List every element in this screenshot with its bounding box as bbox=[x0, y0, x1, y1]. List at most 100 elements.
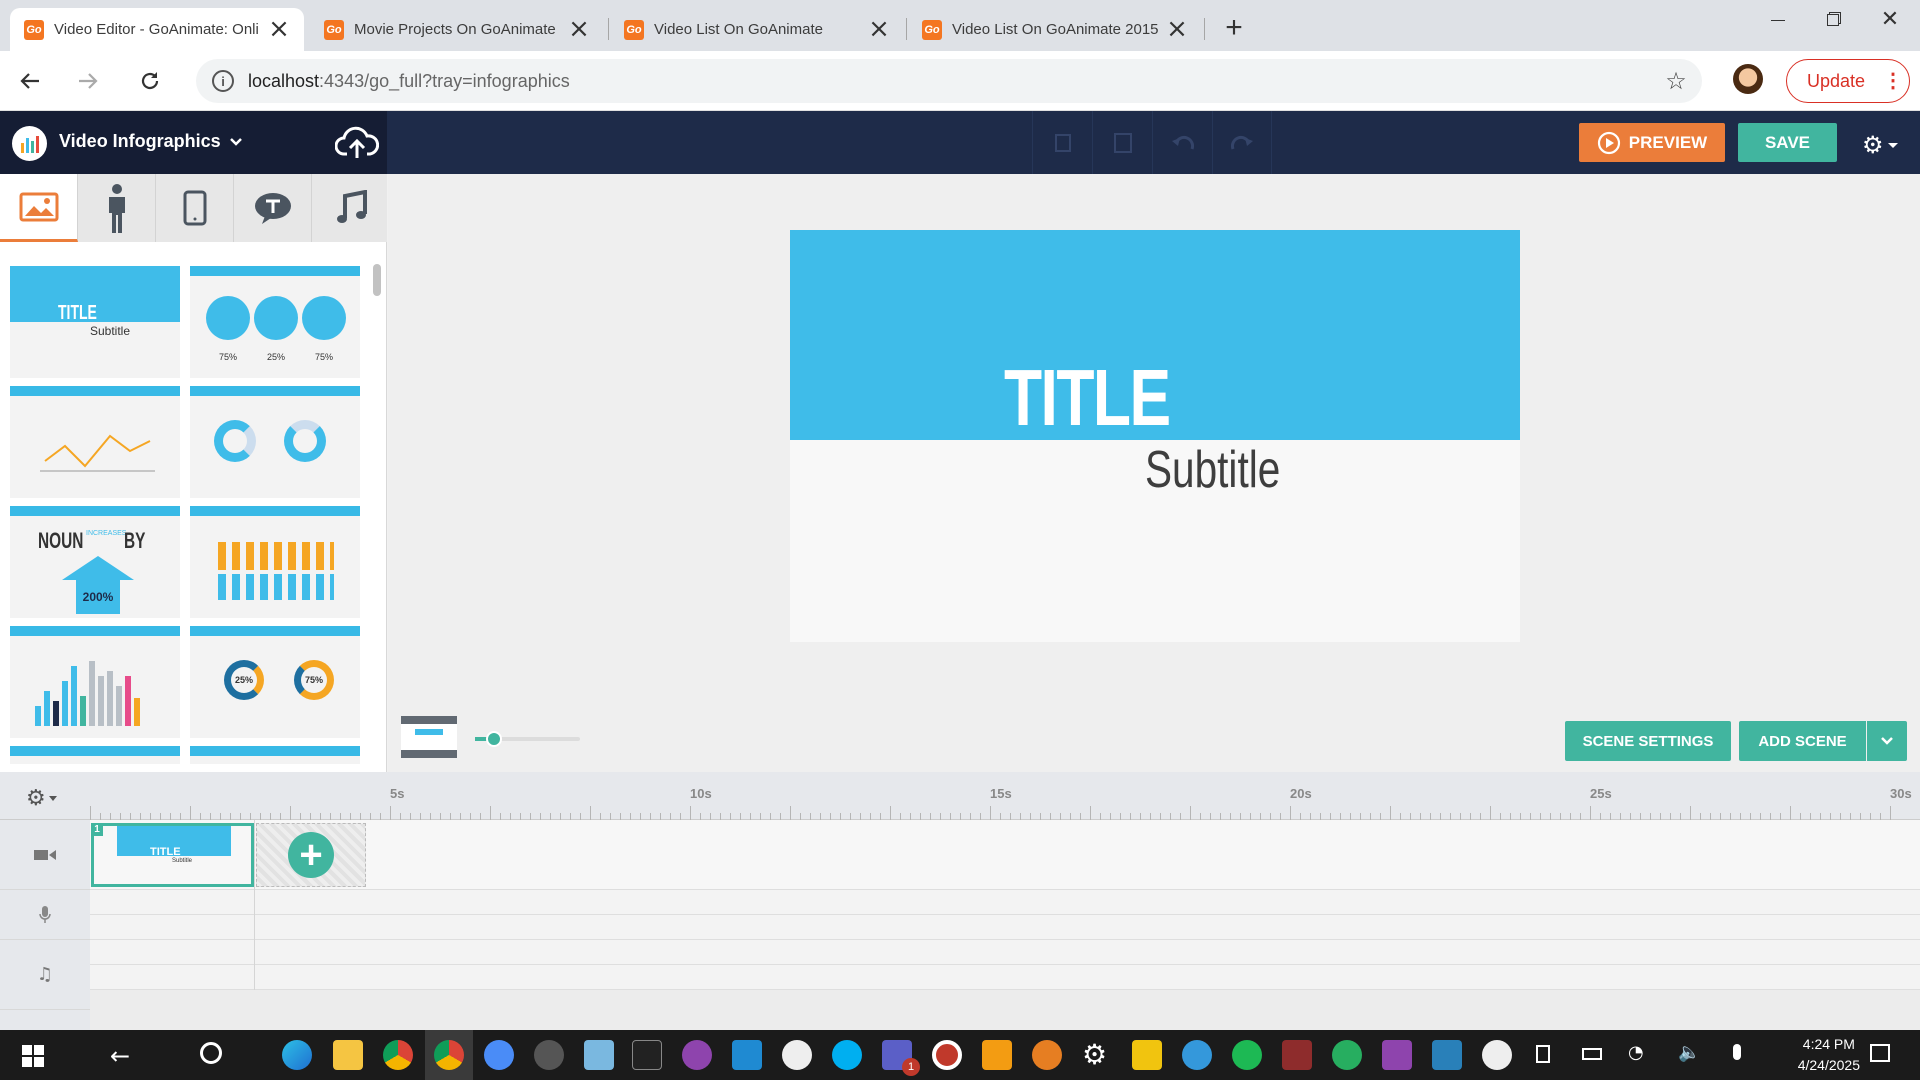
edge-browser-icon[interactable] bbox=[282, 1040, 312, 1070]
update-button[interactable]: Update ⋮ bbox=[1786, 59, 1910, 103]
copy-button[interactable] bbox=[1032, 111, 1092, 174]
chrome-icon[interactable] bbox=[383, 1040, 413, 1070]
edge-dev-icon[interactable] bbox=[1182, 1040, 1212, 1070]
notifications-icon[interactable] bbox=[1870, 1044, 1890, 1062]
terminal-icon[interactable] bbox=[632, 1040, 662, 1070]
template-thumb-title[interactable]: TITLE Subtitle bbox=[10, 266, 180, 378]
scene-title-text[interactable]: TITLE bbox=[1004, 358, 1171, 438]
add-scene-button[interactable]: ADD SCENE bbox=[1739, 721, 1866, 761]
template-thumb-donut-people[interactable]: 25% 75% bbox=[190, 626, 360, 738]
bookmark-star-icon[interactable]: ☆ bbox=[1664, 67, 1688, 95]
restore-window-icon[interactable] bbox=[1815, 8, 1851, 32]
back-arrow-icon[interactable]: ← bbox=[110, 1042, 130, 1070]
template-thumb-line-chart[interactable] bbox=[10, 386, 180, 498]
reload-icon[interactable] bbox=[132, 63, 168, 99]
site-info-icon[interactable]: i bbox=[212, 70, 234, 92]
ruler-tick bbox=[450, 813, 451, 820]
video-editor-icon[interactable] bbox=[1382, 1040, 1412, 1070]
undo-button[interactable] bbox=[1152, 111, 1212, 174]
microphone-icon[interactable] bbox=[1733, 1044, 1741, 1060]
close-tab-icon[interactable]: × bbox=[568, 16, 590, 42]
upload-cloud-icon[interactable] bbox=[334, 125, 380, 161]
ruler-tick bbox=[1540, 813, 1541, 820]
browser-tab-video-list[interactable]: Go Video List On GoAnimate × bbox=[610, 8, 904, 51]
scene-canvas[interactable]: TITLE Subtitle bbox=[790, 230, 1520, 642]
timeline-settings[interactable]: ⚙ bbox=[26, 786, 57, 811]
address-bar[interactable]: i localhost:4343/go_full?tray=infographi… bbox=[196, 59, 1702, 103]
electron-icon[interactable] bbox=[534, 1040, 564, 1070]
spotify-icon[interactable] bbox=[1232, 1040, 1262, 1070]
voice-track-a[interactable] bbox=[90, 890, 1920, 915]
preview-button[interactable]: PREVIEW bbox=[1579, 123, 1725, 162]
add-scene-dropdown[interactable] bbox=[1867, 721, 1907, 761]
close-tab-icon[interactable]: × bbox=[268, 16, 290, 42]
zoom-slider-track[interactable] bbox=[475, 731, 580, 747]
minimize-window-icon[interactable] bbox=[1760, 8, 1796, 32]
windows-start-icon[interactable] bbox=[22, 1045, 44, 1067]
template-thumb-partial[interactable] bbox=[190, 746, 360, 764]
browser-tab-video-editor[interactable]: Go Video Editor - GoAnimate: Onli × bbox=[10, 8, 304, 51]
tray-scrollbar[interactable] bbox=[373, 264, 381, 296]
zoom-slider-handle[interactable] bbox=[486, 731, 502, 747]
battery-icon[interactable] bbox=[1582, 1048, 1602, 1060]
voice-track-b[interactable] bbox=[90, 915, 1920, 940]
scene-subtitle-text[interactable]: Subtitle bbox=[1145, 444, 1280, 496]
skype-icon[interactable] bbox=[832, 1040, 862, 1070]
clock-app-icon[interactable] bbox=[782, 1040, 812, 1070]
scene-thumbnail-1[interactable]: 1 TITLE Subtitle bbox=[91, 823, 254, 887]
github-icon[interactable] bbox=[682, 1040, 712, 1070]
add-scene-slot[interactable]: + bbox=[256, 823, 366, 887]
timeline-ruler[interactable]: ⚙ 5s 10s 15s 20s 25s 30s bbox=[0, 772, 1920, 820]
redo-button[interactable] bbox=[1212, 111, 1272, 174]
woo-icon[interactable] bbox=[1432, 1040, 1462, 1070]
close-tab-icon[interactable]: × bbox=[868, 16, 890, 42]
template-thumb-partial[interactable] bbox=[10, 746, 180, 764]
forward-icon[interactable] bbox=[70, 63, 106, 99]
ruler-tick bbox=[1140, 813, 1141, 820]
profile-avatar[interactable] bbox=[1733, 64, 1763, 94]
tab-backgrounds[interactable] bbox=[0, 174, 78, 242]
save-button[interactable]: SAVE bbox=[1738, 123, 1837, 162]
wifi-icon[interactable]: ◔ bbox=[1628, 1042, 1644, 1063]
search-icon[interactable] bbox=[200, 1042, 222, 1064]
template-thumb-bar-chart[interactable] bbox=[10, 626, 180, 738]
notepad-icon[interactable] bbox=[584, 1040, 614, 1070]
music-track-b[interactable] bbox=[90, 965, 1920, 990]
close-window-icon[interactable]: ✕ bbox=[1872, 4, 1908, 34]
close-tab-icon[interactable]: × bbox=[1166, 16, 1188, 42]
tab-characters[interactable] bbox=[78, 174, 156, 242]
tab-text[interactable] bbox=[234, 174, 312, 242]
winrar-icon[interactable] bbox=[1282, 1040, 1312, 1070]
theme-dropdown[interactable]: Video Infographics bbox=[59, 131, 243, 152]
ruler-tick bbox=[1670, 813, 1671, 820]
settings-gear-icon[interactable]: ⚙ bbox=[1082, 1038, 1107, 1071]
tray-device-icon[interactable] bbox=[1536, 1045, 1550, 1063]
sticky-notes-icon[interactable] bbox=[1132, 1040, 1162, 1070]
vscode-icon[interactable] bbox=[732, 1040, 762, 1070]
blender-icon[interactable] bbox=[1032, 1040, 1062, 1070]
template-thumb-people[interactable] bbox=[190, 506, 360, 618]
music-track-a[interactable] bbox=[90, 940, 1920, 965]
file-explorer-icon[interactable] bbox=[333, 1040, 363, 1070]
fl-studio-icon[interactable] bbox=[982, 1040, 1012, 1070]
volume-icon[interactable]: 🔈 bbox=[1678, 1042, 1700, 1063]
chromium-icon[interactable] bbox=[484, 1040, 514, 1070]
ffdec-icon[interactable] bbox=[1482, 1040, 1512, 1070]
new-tab-button[interactable]: + bbox=[1218, 11, 1250, 44]
android-icon[interactable] bbox=[1332, 1040, 1362, 1070]
template-thumb-buildings[interactable]: 75% 25% 75% bbox=[190, 266, 360, 378]
back-icon[interactable] bbox=[12, 63, 48, 99]
template-thumb-donuts[interactable] bbox=[190, 386, 360, 498]
paste-button[interactable] bbox=[1092, 111, 1152, 174]
browser-tab-video-list-2015[interactable]: Go Video List On GoAnimate 2015 × bbox=[908, 8, 1202, 51]
system-clock[interactable]: 4:24 PM 4/24/2025 bbox=[1798, 1034, 1860, 1076]
browser-tab-movie-projects[interactable]: Go Movie Projects On GoAnimate × bbox=[310, 8, 604, 51]
tab-music[interactable] bbox=[312, 174, 390, 242]
record-icon[interactable] bbox=[932, 1040, 962, 1070]
tab-props[interactable] bbox=[156, 174, 234, 242]
chrome-active-icon[interactable] bbox=[434, 1040, 464, 1070]
scene-settings-button[interactable]: SCENE SETTINGS bbox=[1565, 721, 1731, 761]
template-thumb-increase[interactable]: NOUN INCREASES BY 200% bbox=[10, 506, 180, 618]
copy-icon bbox=[1054, 133, 1071, 152]
settings-dropdown[interactable]: ⚙ bbox=[1862, 131, 1898, 159]
